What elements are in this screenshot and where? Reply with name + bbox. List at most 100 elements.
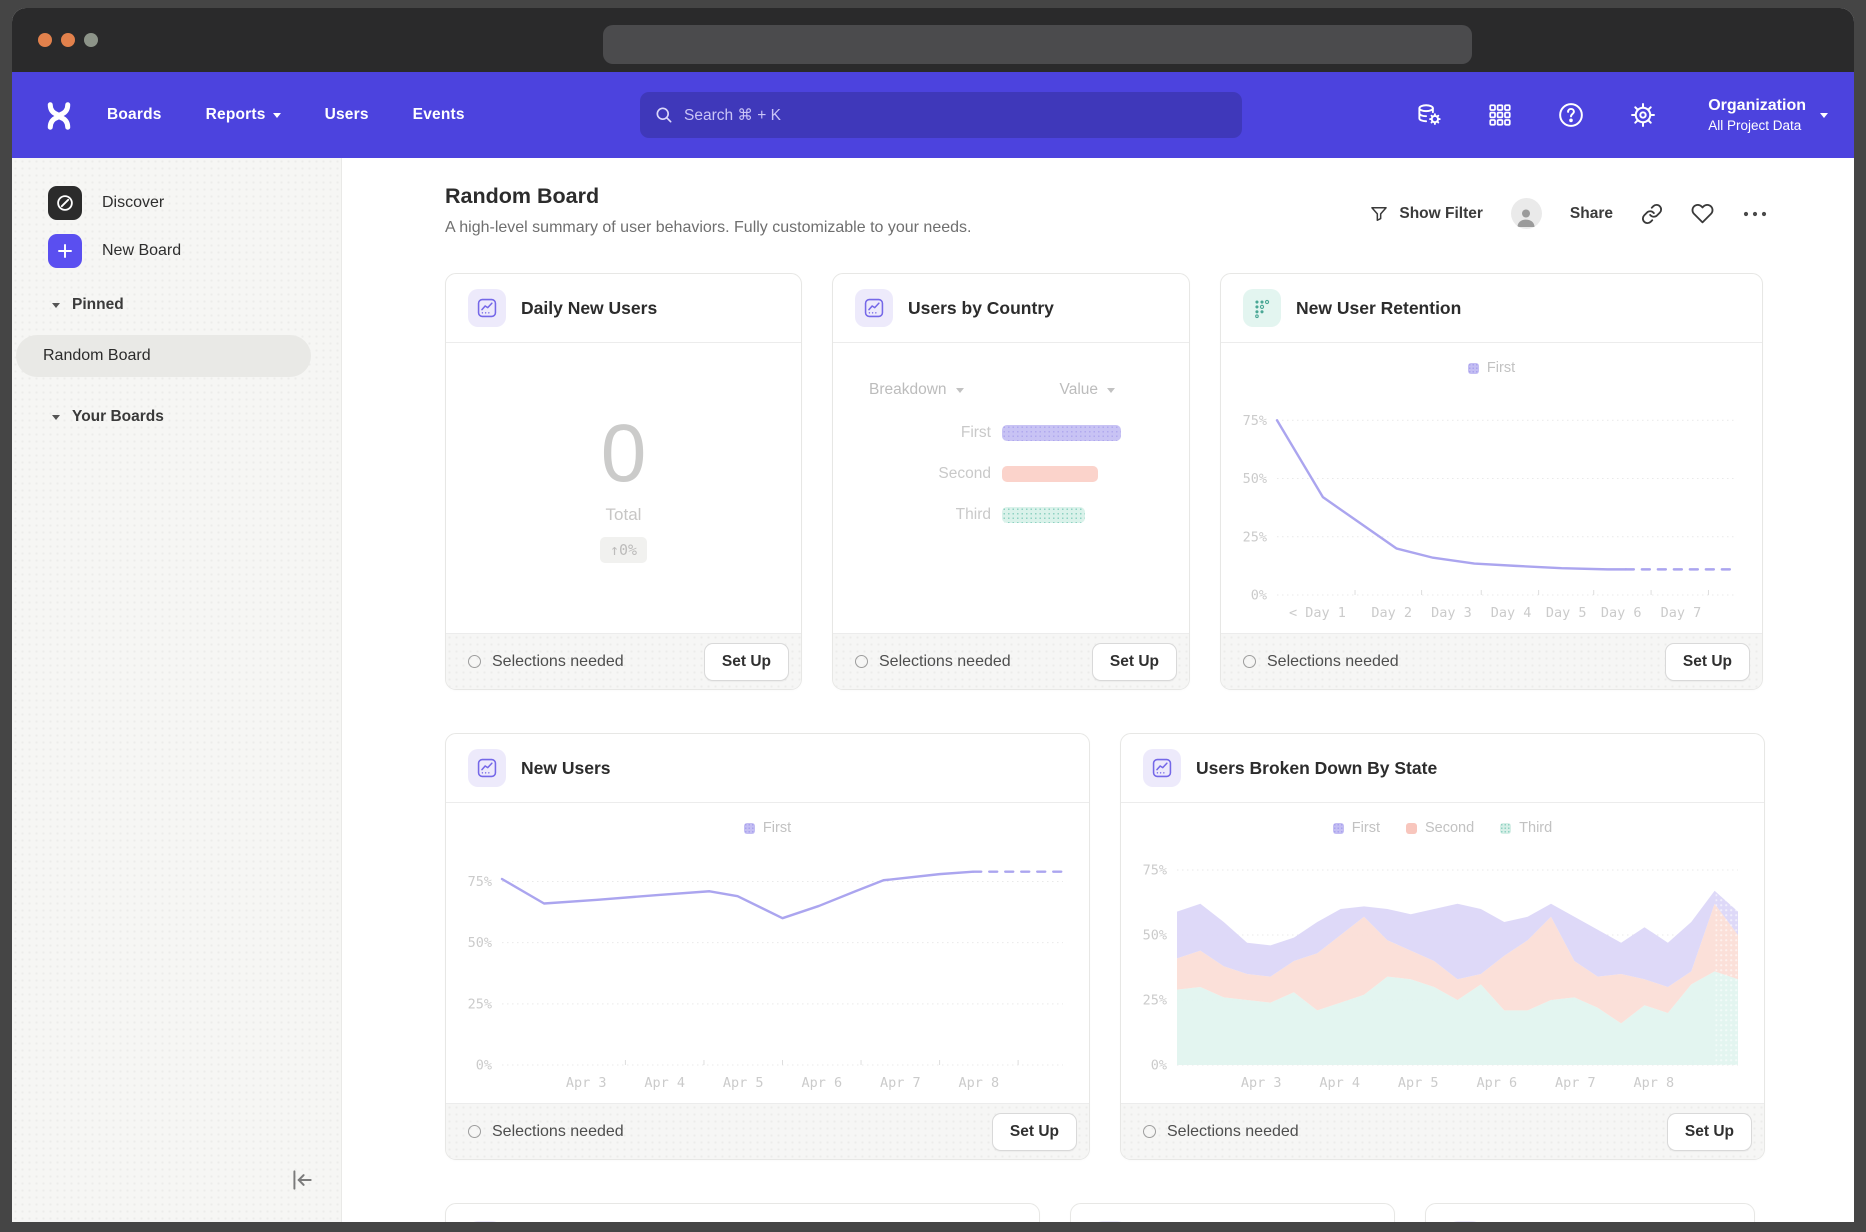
search-icon [654,105,674,125]
search-input[interactable]: Search ⌘ + K [640,92,1242,138]
set-up-button[interactable]: Set Up [704,643,789,681]
legend-first: First [744,820,791,836]
sidebar-item-discover[interactable]: Discover [48,186,164,220]
svg-text:Day 6: Day 6 [1601,605,1642,621]
copy-link-icon[interactable] [1641,203,1663,225]
nav-item-reports[interactable]: Reports [206,106,281,124]
legend-swatch [1333,823,1344,834]
svg-text:50%: 50% [1243,471,1267,487]
svg-text:75%: 75% [1143,863,1167,879]
chevron-down-icon [52,303,60,308]
maximize-window-button[interactable] [84,33,98,47]
card-title: New Users [521,758,611,779]
show-filter-button[interactable]: Show Filter [1369,204,1483,224]
card-users-by-country[interactable]: Users by Country Breakdown Value First [832,273,1190,690]
svg-text:Apr 8: Apr 8 [959,1075,1000,1091]
bar-second [1002,466,1098,482]
card-users-by-state[interactable]: Users Broken Down By State First Second … [1120,733,1765,1160]
value-dropdown[interactable]: Value [1060,381,1116,399]
legend-swatch [1468,363,1479,374]
section-label: Your Boards [72,408,164,426]
svg-text:75%: 75% [468,874,492,890]
filter-funnel-icon [1369,204,1389,224]
nav-item-boards[interactable]: Boards [107,106,162,124]
sidebar-item-random-board[interactable]: Random Board [16,335,311,377]
browser-window: Boards Reports Users Events Search ⌘ + K [12,8,1854,1222]
card-daily-new-users[interactable]: Daily New Users 0 Total ↑0% Selections n… [445,273,802,690]
status-text: Selections needed [492,1123,624,1141]
card-title: Users Broken Down By State [1196,758,1437,779]
card-new-user-retention[interactable]: New User Retention First 0%25%50%75%< Da… [1220,273,1763,690]
card-insights-report[interactable]: Insights Report [1070,1203,1395,1222]
sidebar-section-your-boards[interactable]: Your Boards [52,408,164,426]
apps-grid-icon[interactable] [1487,102,1513,128]
new-users-chart: 0%25%50%75%Apr 3Apr 4Apr 5Apr 6Apr 7Apr … [450,849,1081,1095]
sidebar-item-new-board[interactable]: New Board [48,234,181,268]
card-title: Daily New Users [521,298,657,319]
bar-label: Third [833,506,991,524]
close-window-button[interactable] [38,33,52,47]
svg-text:Apr 7: Apr 7 [880,1075,921,1091]
set-up-button[interactable]: Set Up [992,1113,1077,1151]
status-circle-icon [1243,655,1256,668]
legend-swatch [1500,823,1511,834]
svg-text:0%: 0% [1151,1058,1167,1074]
dropdown-label: Breakdown [869,381,947,399]
svg-text:0%: 0% [1251,588,1267,604]
delta-badge: ↑0% [600,537,647,563]
set-up-button[interactable]: Set Up [1667,1113,1752,1151]
share-button[interactable]: Share [1570,205,1613,223]
org-switcher[interactable]: Organization All Project Data [1708,72,1828,158]
nav-label: Users [325,106,369,124]
nav-item-events[interactable]: Events [413,106,465,124]
card-new-users[interactable]: New Users First 0%25%50%75%Apr 3Apr 4Apr… [445,733,1090,1160]
action-label: Share [1570,205,1613,223]
chevron-down-icon [52,415,60,420]
data-management-icon[interactable] [1416,102,1443,129]
legend-second: Second [1406,820,1474,836]
org-name: Organization [1708,97,1806,115]
bar-row: Third [833,506,1085,524]
svg-text:Day 4: Day 4 [1491,605,1532,621]
status-text: Selections needed [492,653,624,671]
card-active-users[interactable]: Active Users [1425,1203,1755,1222]
help-icon[interactable] [1557,101,1585,129]
set-up-button[interactable]: Set Up [1092,643,1177,681]
legend-first: First [1333,820,1380,836]
bar-label: Second [833,465,991,483]
metric-label: Total [606,505,642,525]
avatar[interactable] [1511,198,1542,229]
card-title: Users by Country [908,298,1054,319]
settings-gear-icon[interactable] [1629,101,1657,129]
url-bar[interactable] [603,25,1472,64]
insights-chart-icon [468,749,506,787]
svg-text:Apr 4: Apr 4 [1319,1075,1360,1091]
legend-swatch [1406,823,1417,834]
sidebar-collapse-button[interactable] [289,1167,315,1198]
chevron-down-icon [1820,113,1828,118]
set-up-button[interactable]: Set Up [1665,643,1750,681]
nav-item-users[interactable]: Users [325,106,369,124]
insights-chart-icon [1143,749,1181,787]
svg-text:Day 7: Day 7 [1661,605,1702,621]
sidebar-section-pinned[interactable]: Pinned [52,296,124,314]
minimize-window-button[interactable] [61,33,75,47]
section-label: Pinned [72,296,124,314]
mixpanel-logo[interactable] [44,101,74,136]
svg-text:50%: 50% [1143,928,1167,944]
card-stacked-line-graph[interactable]: Stacked Line Graph [445,1203,1040,1222]
svg-text:Day 3: Day 3 [1431,605,1472,621]
insights-chart-icon [468,289,506,327]
card-title: New User Retention [1296,298,1461,319]
more-options-icon[interactable] [1742,209,1768,219]
status-text: Selections needed [879,653,1011,671]
insights-chart-icon [855,289,893,327]
svg-text:50%: 50% [468,935,492,951]
window-titlebar [12,8,1854,72]
bar-label: First [833,424,991,442]
svg-text:Day 5: Day 5 [1546,605,1587,621]
breakdown-dropdown[interactable]: Breakdown [869,381,964,399]
favorite-heart-icon[interactable] [1691,202,1714,225]
dropdown-label: Value [1060,381,1099,399]
svg-text:Day 2: Day 2 [1371,605,1412,621]
